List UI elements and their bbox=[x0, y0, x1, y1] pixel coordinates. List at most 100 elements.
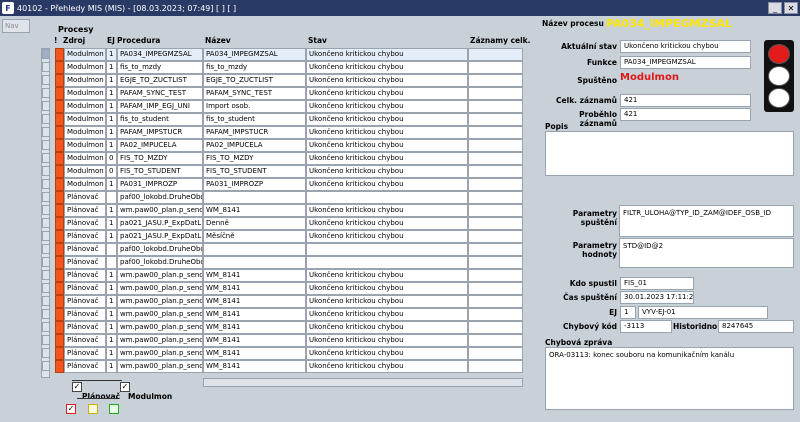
cell-ej[interactable]: 1 bbox=[106, 204, 117, 217]
cell-zdroj[interactable]: Plánovač bbox=[64, 269, 106, 282]
modulmon-checkbox[interactable]: ✓ bbox=[120, 382, 130, 392]
cell-nazev[interactable]: WM_8141 bbox=[203, 204, 306, 217]
cell-procedura[interactable]: pa021_JASU.P_ExpDatL bbox=[117, 217, 203, 230]
cell-zdroj[interactable]: Plánovač bbox=[64, 308, 106, 321]
cell-nazev[interactable]: fis_to_mzdy bbox=[203, 61, 306, 74]
cell-nazev[interactable]: WM_8141 bbox=[203, 295, 306, 308]
cell-ej[interactable]: 1 bbox=[106, 282, 117, 295]
row-marker[interactable] bbox=[42, 62, 50, 72]
cell-nazev[interactable] bbox=[203, 191, 306, 204]
cell-ej[interactable]: 1 bbox=[106, 269, 117, 282]
cell-stav[interactable]: Ukončeno kritickou chybou bbox=[306, 321, 468, 334]
cell-procedura[interactable]: PAFAM_IMPSTUCR bbox=[117, 126, 203, 139]
cell-ej[interactable]: 1 bbox=[106, 321, 117, 334]
cell-zaznamy[interactable] bbox=[468, 113, 523, 126]
cell-nazev[interactable]: Denně bbox=[203, 217, 306, 230]
cell-nazev[interactable] bbox=[203, 256, 306, 269]
cell-nazev[interactable]: PAFAM_SYNC_TEST bbox=[203, 87, 306, 100]
row-marker[interactable] bbox=[42, 192, 50, 202]
cell-zdroj[interactable]: Modulmon bbox=[64, 61, 106, 74]
cell-stav[interactable]: Ukončeno kritickou chybou bbox=[306, 295, 468, 308]
cell-procedura[interactable]: wm.paw00_plan.p_senc bbox=[117, 360, 203, 373]
cell-ej[interactable] bbox=[106, 191, 117, 204]
cell-procedura[interactable]: PA034_IMPEGMZSAL bbox=[117, 48, 203, 61]
historidno-field[interactable]: 8247645 bbox=[718, 320, 794, 333]
probehlo-field[interactable]: 421 bbox=[620, 108, 751, 121]
row-marker[interactable] bbox=[42, 127, 50, 137]
cell-ej[interactable]: 1 bbox=[106, 100, 117, 113]
cell-zaznamy[interactable] bbox=[468, 360, 523, 373]
aktualni-stav-field[interactable]: Ukončeno kritickou chybou bbox=[620, 40, 751, 53]
cell-ej[interactable]: 1 bbox=[106, 334, 117, 347]
cell-procedura[interactable]: PAFAM_SYNC_TEST bbox=[117, 87, 203, 100]
cell-zdroj[interactable]: Modulmon bbox=[64, 100, 106, 113]
row-marker[interactable] bbox=[42, 101, 50, 111]
cell-nazev[interactable]: WM_8141 bbox=[203, 321, 306, 334]
cell-procedura[interactable]: wm.paw00_plan.p_senc bbox=[117, 269, 203, 282]
cell-stav[interactable]: Ukončeno kritickou chybou bbox=[306, 178, 468, 191]
cas-spusteni-field[interactable]: 30.01.2023 17:11:26 bbox=[620, 291, 694, 304]
cell-zdroj[interactable]: Plánovač bbox=[64, 191, 106, 204]
cell-zaznamy[interactable] bbox=[468, 48, 523, 61]
cell-zaznamy[interactable] bbox=[468, 74, 523, 87]
cell-nazev[interactable] bbox=[203, 243, 306, 256]
row-marker[interactable] bbox=[42, 205, 50, 215]
row-marker[interactable] bbox=[42, 244, 50, 254]
cell-stav[interactable]: Ukončeno kritickou chybou bbox=[306, 152, 468, 165]
row-marker[interactable] bbox=[42, 114, 50, 124]
cell-zaznamy[interactable] bbox=[468, 204, 523, 217]
cell-zaznamy[interactable] bbox=[468, 152, 523, 165]
cell-nazev[interactable]: WM_8141 bbox=[203, 308, 306, 321]
cell-procedura[interactable]: FIS_TO_STUDENT bbox=[117, 165, 203, 178]
cell-zaznamy[interactable] bbox=[468, 87, 523, 100]
cell-ej[interactable]: 1 bbox=[106, 61, 117, 74]
cell-procedura[interactable]: fis_to_mzdy bbox=[117, 61, 203, 74]
row-marker[interactable] bbox=[42, 270, 50, 280]
cell-zaznamy[interactable] bbox=[468, 295, 523, 308]
cell-procedura[interactable]: wm.paw00_plan.p_senc bbox=[117, 347, 203, 360]
green-status-checkbox[interactable] bbox=[109, 404, 119, 414]
cell-ej[interactable]: 1 bbox=[106, 347, 117, 360]
row-marker[interactable] bbox=[42, 88, 50, 98]
cell-stav[interactable]: Ukončeno kritickou chybou bbox=[306, 87, 468, 100]
cell-ej[interactable]: 1 bbox=[106, 126, 117, 139]
kdo-spustil-field[interactable]: FIS_01 bbox=[620, 277, 694, 290]
cell-stav[interactable]: Ukončeno kritickou chybou bbox=[306, 139, 468, 152]
cell-zaznamy[interactable] bbox=[468, 269, 523, 282]
cell-stav[interactable]: Ukončeno kritickou chybou bbox=[306, 360, 468, 373]
row-marker[interactable] bbox=[42, 179, 50, 189]
cell-zdroj[interactable]: Plánovač bbox=[64, 230, 106, 243]
red-status-checkbox[interactable]: ✓ bbox=[66, 404, 76, 414]
cell-nazev[interactable]: PA034_IMPEGMZSAL bbox=[203, 48, 306, 61]
cell-procedura[interactable]: wm.paw00_plan.p_senc bbox=[117, 308, 203, 321]
cell-nazev[interactable]: fis_to_student bbox=[203, 113, 306, 126]
cell-zaznamy[interactable] bbox=[468, 256, 523, 269]
cell-stav[interactable]: Ukončeno kritickou chybou bbox=[306, 230, 468, 243]
cell-stav[interactable]: Ukončeno kritickou chybou bbox=[306, 165, 468, 178]
cell-ej[interactable]: 1 bbox=[106, 74, 117, 87]
cell-zaznamy[interactable] bbox=[468, 191, 523, 204]
cell-zaznamy[interactable] bbox=[468, 282, 523, 295]
cell-zaznamy[interactable] bbox=[468, 126, 523, 139]
cell-procedura[interactable]: wm.paw00_plan.p_senc bbox=[117, 204, 203, 217]
row-marker[interactable] bbox=[42, 296, 50, 306]
row-marker[interactable] bbox=[42, 348, 50, 358]
row-marker[interactable] bbox=[42, 231, 50, 241]
cell-zaznamy[interactable] bbox=[468, 61, 523, 74]
row-marker[interactable] bbox=[42, 49, 50, 59]
popis-textarea[interactable] bbox=[545, 131, 794, 176]
cell-zaznamy[interactable] bbox=[468, 347, 523, 360]
parametry-hodnoty-field[interactable]: STD@ID@2 bbox=[619, 238, 794, 268]
cell-zaznamy[interactable] bbox=[468, 230, 523, 243]
cell-zaznamy[interactable] bbox=[468, 217, 523, 230]
row-marker[interactable] bbox=[42, 166, 50, 176]
cell-zdroj[interactable]: Modulmon bbox=[64, 126, 106, 139]
cell-nazev[interactable]: FIS_TO_STUDENT bbox=[203, 165, 306, 178]
row-marker[interactable] bbox=[42, 218, 50, 228]
cell-zaznamy[interactable] bbox=[468, 165, 523, 178]
cell-stav[interactable]: Ukončeno kritickou chybou bbox=[306, 48, 468, 61]
cell-ej[interactable]: 1 bbox=[106, 178, 117, 191]
grid-horizontal-scrollbar[interactable] bbox=[203, 378, 523, 387]
row-marker[interactable] bbox=[42, 140, 50, 150]
parametry-spusteni-field[interactable]: FILTR_ULOHA@TYP_ID_ZAM@IDEF_OSB_ID bbox=[619, 205, 794, 237]
